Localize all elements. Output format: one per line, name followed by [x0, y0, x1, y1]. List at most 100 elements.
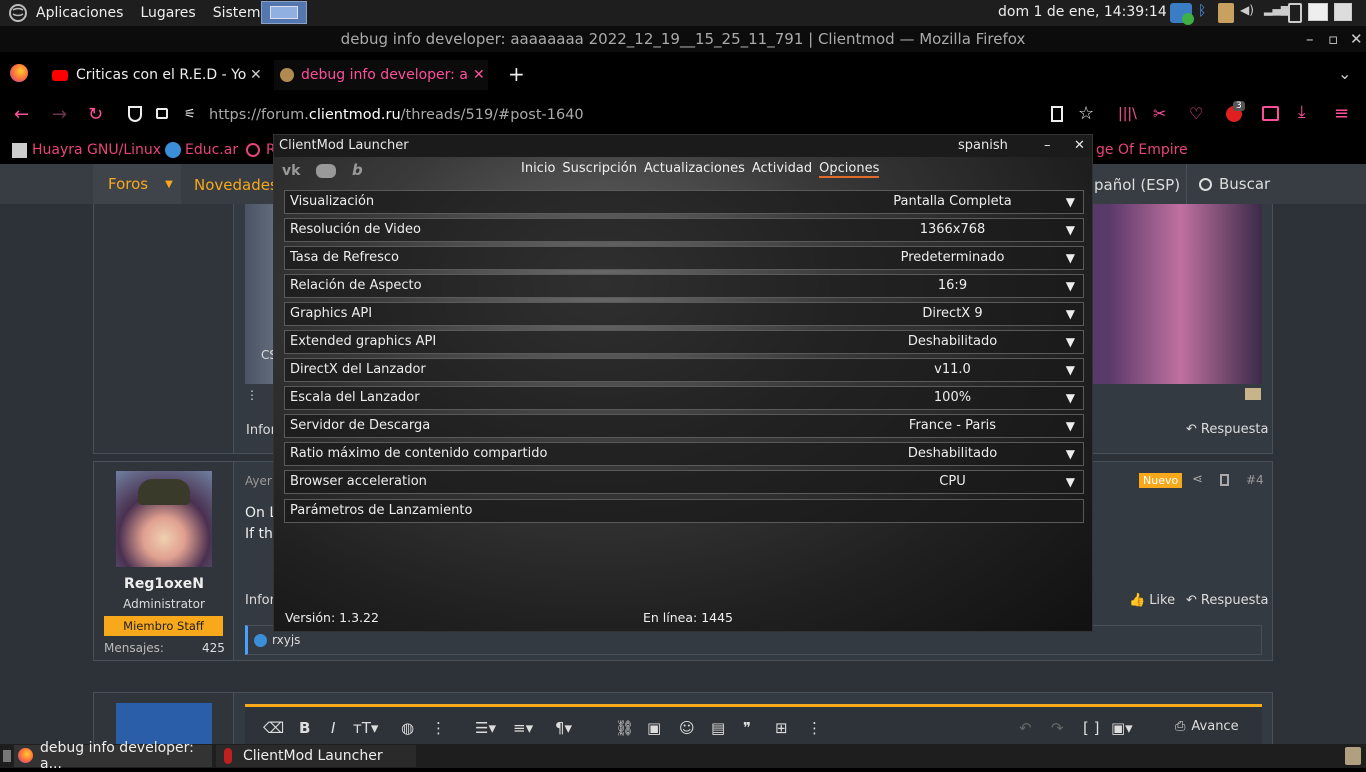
post-number[interactable]: #4: [1246, 473, 1264, 487]
dropdown-arrow-icon[interactable]: ▼: [1066, 247, 1075, 269]
volume-icon[interactable]: ◀): [1240, 3, 1258, 23]
menu-actividad[interactable]: Actividad: [752, 161, 812, 178]
eraser-icon[interactable]: ⌫: [263, 719, 284, 737]
back-icon[interactable]: ←: [14, 104, 29, 125]
option-row[interactable]: Servidor de Descarga France - Paris ▼: [284, 414, 1084, 438]
dropdown-arrow-icon[interactable]: ▼: [1066, 387, 1075, 409]
bookmark-star-icon[interactable]: ☆: [1078, 103, 1094, 124]
show-desktop-icon[interactable]: [3, 750, 11, 762]
palette-icon[interactable]: ◍: [401, 719, 414, 737]
calendar-icon[interactable]: [1334, 3, 1352, 21]
post-info-link[interactable]: Infor: [246, 423, 276, 438]
more-icon[interactable]: ⋮: [431, 719, 446, 737]
avatar[interactable]: [116, 471, 212, 567]
nav-foros[interactable]: Foros ▼: [93, 164, 181, 204]
firefox-menu-icon[interactable]: [10, 64, 28, 82]
dropdown-arrow-icon[interactable]: ▼: [1066, 415, 1075, 437]
reader-view-icon[interactable]: [1051, 106, 1063, 122]
forward-icon[interactable]: →: [52, 104, 67, 125]
option-row[interactable]: Escala del Lanzador 100% ▼: [284, 386, 1084, 410]
reply-button[interactable]: ↶ Respuesta: [1186, 593, 1268, 608]
dropdown-arrow-icon[interactable]: ▼: [1066, 443, 1075, 465]
trash-icon[interactable]: [1345, 747, 1361, 765]
new-tab-icon[interactable]: +: [508, 62, 525, 86]
close-tab-icon[interactable]: ✕: [473, 67, 485, 83]
option-row[interactable]: Graphics API DirectX 9 ▼: [284, 302, 1084, 326]
reply-button[interactable]: ↶ Respuesta: [1186, 422, 1268, 437]
paragraph-icon[interactable]: ¶▾: [555, 719, 572, 737]
language-selector[interactable]: pañol (ESP): [1094, 176, 1180, 194]
option-row[interactable]: Extended graphics API Deshabilitado ▼: [284, 330, 1084, 354]
reload-icon[interactable]: ↻: [88, 104, 103, 125]
option-row[interactable]: Resolución de Video 1366x768 ▼: [284, 218, 1084, 242]
bbcode-icon[interactable]: [ ]: [1083, 719, 1099, 737]
workspace-switcher[interactable]: [261, 1, 307, 24]
option-row[interactable]: Visualización Pantalla Completa ▼: [284, 190, 1084, 214]
tracking-protection-icon[interactable]: [128, 106, 142, 122]
taskbar-item-launcher[interactable]: ClientMod Launcher: [216, 745, 416, 767]
downloads-icon[interactable]: ⤓: [1298, 102, 1306, 122]
discord-icon[interactable]: [316, 164, 336, 178]
bluetooth-icon[interactable]: ᛒ: [1198, 3, 1212, 23]
extension-icon[interactable]: ✂: [1153, 104, 1166, 123]
menu-suscripcion[interactable]: Suscripción: [562, 161, 637, 178]
italic-icon[interactable]: I: [331, 719, 335, 737]
signal-icon[interactable]: ▂▄▆: [1264, 3, 1289, 23]
dropdown-arrow-icon[interactable]: ▼: [1066, 191, 1075, 213]
minimize-window-icon[interactable]: –: [1306, 26, 1314, 52]
drafts-icon[interactable]: ▣▾: [1111, 719, 1133, 737]
table-icon[interactable]: ⊞: [775, 719, 788, 737]
folder-icon[interactable]: [1245, 388, 1261, 400]
link-icon[interactable]: ⛓: [615, 719, 634, 737]
lock-icon[interactable]: [156, 108, 168, 119]
search-button[interactable]: Buscar: [1186, 164, 1272, 204]
pocket-icon[interactable]: ♡: [1189, 104, 1203, 123]
bookmark-globe[interactable]: R: [246, 142, 276, 158]
clock[interactable]: dom 1 de ene, 14:39:14: [998, 4, 1167, 20]
bold-icon[interactable]: B: [299, 719, 310, 737]
menu-lugares[interactable]: Lugares: [140, 5, 195, 21]
undo-icon[interactable]: ↶: [1019, 719, 1032, 737]
tab-youtube[interactable]: Criticas con el R.E.D - YouTube ✕: [52, 60, 262, 90]
post-info-link[interactable]: Infor: [245, 593, 275, 608]
share-icon[interactable]: ⋖: [1192, 472, 1203, 487]
bookmark-huayra[interactable]: Huayra GNU/Linux: [12, 142, 161, 158]
battery-icon[interactable]: [1288, 3, 1302, 23]
launcher-close-icon[interactable]: ✕: [1074, 135, 1085, 157]
dropdown-arrow-icon[interactable]: ▼: [1066, 219, 1075, 241]
username[interactable]: Reg1oxeN: [94, 576, 234, 592]
permissions-icon[interactable]: ⚟: [184, 107, 196, 122]
launcher-minimize-icon[interactable]: –: [1044, 135, 1051, 157]
tab-debug-info[interactable]: debug info developer: aaaaaaaa ✕: [274, 60, 488, 90]
keyboard-icon[interactable]: [1308, 3, 1328, 21]
app-menu-logo-icon[interactable]: [3, 0, 33, 26]
option-row[interactable]: DirectX del Lanzador v11.0 ▼: [284, 358, 1084, 382]
text-size-icon[interactable]: тT▾: [353, 719, 378, 737]
dropdown-arrow-icon[interactable]: ▼: [1066, 275, 1075, 297]
language-label[interactable]: spanish: [958, 135, 1008, 157]
boosty-icon[interactable]: b: [352, 161, 363, 179]
close-tab-icon[interactable]: ✕: [250, 67, 262, 83]
maximize-window-icon[interactable]: ▫: [1328, 26, 1338, 52]
url-field[interactable]: https://forum.clientmod.ru/threads/519/#…: [209, 107, 584, 123]
list-icon[interactable]: ☰▾: [475, 719, 496, 737]
option-row[interactable]: Relación de Aspecto 16:9 ▼: [284, 274, 1084, 298]
media-icon[interactable]: ▤: [711, 719, 725, 737]
option-row[interactable]: Tasa de Refresco Predeterminado ▼: [284, 246, 1084, 270]
dropdown-arrow-icon[interactable]: ▼: [1066, 303, 1075, 325]
dropdown-arrow-icon[interactable]: ▼: [1066, 359, 1075, 381]
clipboard-icon[interactable]: [1218, 3, 1234, 23]
library-icon[interactable]: |||\: [1118, 106, 1137, 122]
hamburger-menu-icon[interactable]: ≡: [1334, 103, 1349, 124]
containers-icon[interactable]: [1262, 106, 1279, 121]
image-icon[interactable]: ▣: [647, 719, 661, 737]
dropdown-arrow-icon[interactable]: ▼: [1066, 331, 1075, 353]
option-row[interactable]: Ratio máximo de contenido compartido Desh…: [284, 442, 1084, 466]
option-row[interactable]: Browser acceleration CPU ▼: [284, 470, 1084, 494]
preview-button[interactable]: ⎙ Avance: [1175, 719, 1239, 734]
launch-params-field[interactable]: Parámetros de Lanzamiento: [284, 499, 1084, 523]
network-status-icon[interactable]: [1170, 3, 1194, 25]
menu-opciones[interactable]: Opciones: [819, 161, 880, 178]
like-button[interactable]: 👍 Like: [1129, 593, 1175, 608]
menu-actualizaciones[interactable]: Actualizaciones: [644, 161, 745, 178]
